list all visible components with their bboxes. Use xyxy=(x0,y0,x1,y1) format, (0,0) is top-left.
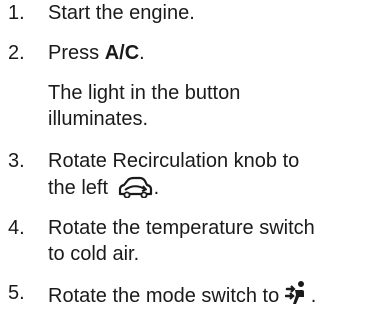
step-1-number: 1. xyxy=(8,2,25,24)
step-2-number: 2. xyxy=(8,42,25,64)
step-3: 3. Rotate Recirculation knob to the left… xyxy=(0,148,299,205)
step-2-ac-label: A/C xyxy=(104,42,140,64)
step-3-line-2-wrap: the left . xyxy=(48,174,299,205)
step-2: 2. Press A/C. xyxy=(0,40,145,66)
step-5-suffix: . xyxy=(310,285,317,307)
step-5-number: 5. xyxy=(8,282,25,304)
step-4-number: 4. xyxy=(8,217,25,239)
step-2-suffix: . xyxy=(139,42,145,64)
step-1: 1. Start the engine. xyxy=(0,0,195,26)
step-3-line-2: the left xyxy=(48,177,109,199)
step-4: 4. Rotate the temperature switch to cold… xyxy=(0,215,315,267)
vent-airflow-icon xyxy=(284,280,311,313)
step-5: 5. Rotate the mode switch to . xyxy=(0,280,316,313)
step-4-line-2: to cold air. xyxy=(48,243,140,265)
recirculation-car-icon xyxy=(114,174,154,205)
step-1-text: Start the engine. xyxy=(48,2,195,24)
step-3-line-1: Rotate Recirculation knob to xyxy=(48,150,300,172)
step-5-text: Rotate the mode switch to xyxy=(48,285,280,307)
step-2-note: The light in the button illuminates. xyxy=(48,82,241,130)
step-3-number: 3. xyxy=(8,150,25,172)
step-4-line-1: Rotate the temperature switch xyxy=(48,217,315,239)
step-3-suffix: . xyxy=(153,177,160,199)
step-2-prefix: Press xyxy=(48,42,105,64)
